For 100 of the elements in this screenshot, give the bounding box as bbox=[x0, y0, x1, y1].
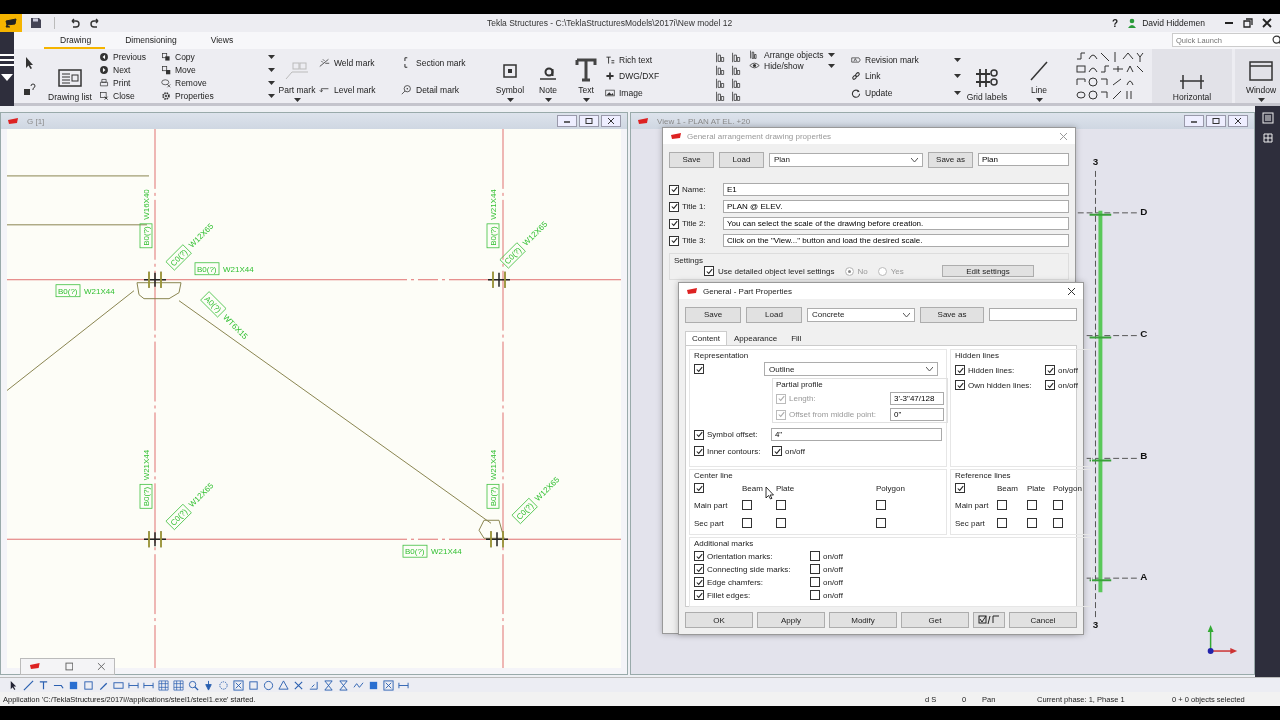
xbox-tool-icon[interactable] bbox=[383, 679, 394, 691]
menu-icon[interactable] bbox=[0, 54, 14, 66]
hour-tool-icon[interactable] bbox=[338, 679, 349, 691]
fill-tool-icon[interactable] bbox=[68, 679, 79, 691]
caret-icon[interactable] bbox=[268, 55, 275, 60]
part-mark-button[interactable]: Part mark bbox=[275, 49, 319, 103]
checkbox[interactable] bbox=[1027, 499, 1037, 510]
symbol-offset-field[interactable]: 4" bbox=[770, 428, 942, 441]
expand-down-icon[interactable] bbox=[1, 74, 13, 81]
checkbox[interactable] bbox=[997, 517, 1007, 528]
dialog-button[interactable]: Get bbox=[901, 612, 969, 628]
checkbox[interactable] bbox=[694, 429, 704, 440]
checkbox[interactable] bbox=[876, 517, 886, 528]
ribbon-command[interactable]: Detail mark bbox=[401, 84, 491, 96]
ribbon-tab[interactable]: Views bbox=[194, 33, 248, 50]
checkbox[interactable] bbox=[669, 201, 679, 212]
corner-tool-icon[interactable] bbox=[308, 679, 319, 691]
xbox-tool-icon[interactable] bbox=[233, 679, 244, 691]
checkbox[interactable] bbox=[1053, 517, 1063, 528]
user-name[interactable]: David Hiddemen bbox=[1142, 18, 1205, 28]
ribbon-command[interactable]: Image bbox=[605, 87, 709, 98]
checkbox[interactable] bbox=[694, 364, 704, 374]
sq-tool-icon[interactable] bbox=[83, 679, 94, 691]
checkbox[interactable] bbox=[776, 499, 786, 510]
caret-icon[interactable] bbox=[544, 98, 552, 102]
close-button[interactable] bbox=[1228, 115, 1248, 127]
ribbon-command[interactable]: Section mark bbox=[401, 57, 491, 69]
wave-tool-icon[interactable] bbox=[353, 679, 364, 691]
caret-icon[interactable] bbox=[293, 98, 301, 102]
redo-icon[interactable] bbox=[89, 17, 101, 29]
hour-tool-icon[interactable] bbox=[323, 679, 334, 691]
sq-tool-icon[interactable] bbox=[248, 679, 259, 691]
checkbox[interactable] bbox=[997, 499, 1007, 510]
preset-dropdown[interactable]: Plan bbox=[769, 152, 923, 167]
representation-dropdown[interactable]: Outline bbox=[764, 362, 938, 376]
minimize-button[interactable] bbox=[1184, 115, 1204, 127]
caret-icon[interactable] bbox=[268, 81, 275, 86]
ribbon-command[interactable]: Line bbox=[1013, 49, 1065, 103]
close-button[interactable] bbox=[601, 115, 621, 127]
checkbox[interactable] bbox=[694, 551, 704, 561]
save-button[interactable]: Save bbox=[685, 306, 741, 323]
dialog-button[interactable]: Modify bbox=[829, 612, 897, 628]
radio-button[interactable] bbox=[877, 266, 887, 276]
help-cursor-button[interactable] bbox=[22, 82, 36, 97]
dialog-tab[interactable]: Content bbox=[685, 331, 728, 345]
checkbox[interactable] bbox=[876, 499, 886, 510]
checkbox[interactable] bbox=[704, 266, 714, 276]
zoom-tool-icon[interactable] bbox=[188, 679, 199, 691]
window-button[interactable]: Window bbox=[1235, 49, 1280, 103]
checkbox[interactable] bbox=[694, 446, 704, 456]
caret-icon[interactable] bbox=[268, 94, 275, 98]
checkbox[interactable] bbox=[1053, 499, 1063, 510]
save-button[interactable]: Save bbox=[669, 151, 714, 168]
ribbon-command[interactable]: Remove bbox=[161, 78, 207, 89]
title-field[interactable]: You can select the scale of the drawing before creation. bbox=[723, 217, 1069, 230]
caret-icon[interactable] bbox=[954, 57, 961, 62]
grid-tool-icon[interactable] bbox=[173, 679, 184, 691]
catalog-panel-icon[interactable] bbox=[1261, 132, 1274, 144]
ribbon-command[interactable]: Hide/show bbox=[749, 60, 804, 72]
title-field[interactable]: E1 bbox=[723, 183, 1069, 196]
tline-tool-icon[interactable] bbox=[38, 679, 49, 691]
preset-dropdown[interactable]: Concrete bbox=[807, 307, 915, 322]
horizontal-button[interactable]: Horizontal bbox=[1152, 49, 1232, 103]
checkbox[interactable] bbox=[776, 517, 786, 528]
checkbox[interactable] bbox=[810, 564, 820, 574]
checkbox[interactable] bbox=[772, 446, 782, 456]
grid-tool-icon[interactable] bbox=[158, 679, 169, 691]
ribbon-command[interactable]: Note bbox=[529, 49, 567, 103]
save-icon[interactable] bbox=[30, 17, 42, 29]
ribbon-command[interactable]: Weld mark bbox=[319, 57, 401, 69]
radio-button[interactable] bbox=[844, 266, 854, 276]
dialog-button[interactable]: Apply bbox=[757, 612, 825, 628]
ribbon-command[interactable]: Rich text bbox=[605, 54, 709, 65]
ribbon-command[interactable]: Level mark bbox=[319, 84, 401, 96]
checkbox[interactable] bbox=[694, 590, 704, 600]
checkbox[interactable] bbox=[742, 499, 752, 510]
caret-icon[interactable] bbox=[268, 68, 275, 73]
caret-icon[interactable] bbox=[506, 98, 514, 102]
ribbon-command[interactable]: Copy bbox=[161, 52, 195, 63]
caret-icon[interactable] bbox=[1257, 98, 1265, 102]
properties-panel-icon[interactable] bbox=[1261, 112, 1274, 124]
checkbox[interactable] bbox=[1045, 365, 1055, 375]
ribbon-command[interactable]: Symbol bbox=[491, 49, 529, 103]
title-field[interactable]: PLAN @ ELEV. bbox=[723, 200, 1069, 213]
circ-tool-icon[interactable] bbox=[263, 679, 274, 691]
checkbox[interactable] bbox=[694, 483, 704, 493]
shape-tools-icon[interactable] bbox=[1075, 51, 1145, 102]
edit-settings-button[interactable]: Edit settings bbox=[942, 265, 1034, 277]
dialog-button[interactable]: OK bbox=[685, 612, 753, 628]
maximize-button[interactable] bbox=[1206, 115, 1226, 127]
x-tool-icon[interactable] bbox=[293, 679, 304, 691]
dots-tool-icon[interactable] bbox=[218, 679, 229, 691]
line-tool-icon[interactable] bbox=[23, 679, 34, 691]
caret-icon[interactable] bbox=[1035, 98, 1043, 102]
ribbon-command[interactable]: Text bbox=[567, 49, 605, 103]
ribbon-command[interactable]: Arrange objects bbox=[749, 49, 824, 61]
caret-icon[interactable] bbox=[954, 74, 961, 79]
title-field[interactable]: Click on the "View..." button and load the desired scale. bbox=[723, 234, 1069, 247]
close-icon[interactable] bbox=[1067, 286, 1076, 296]
save-as-button[interactable]: Save as bbox=[920, 306, 984, 323]
